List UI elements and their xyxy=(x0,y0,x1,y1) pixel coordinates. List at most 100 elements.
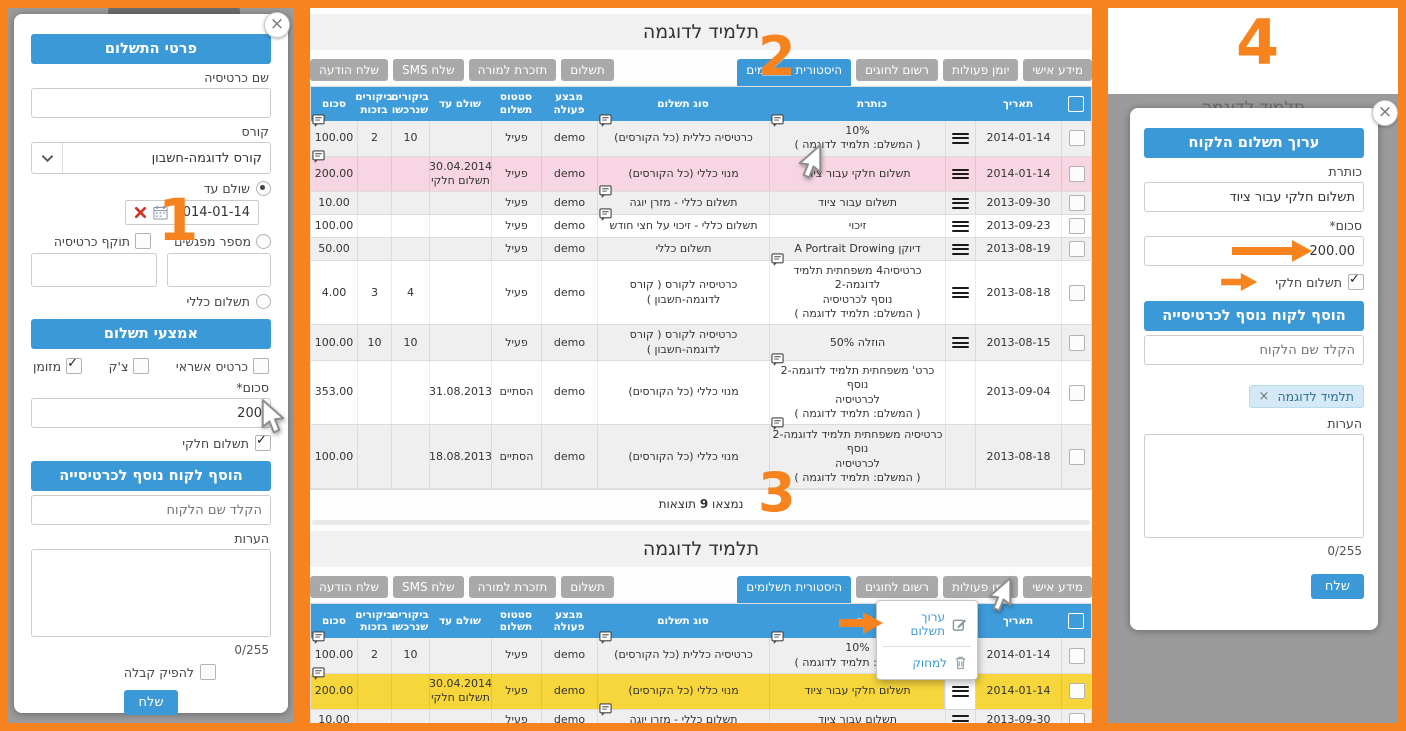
tab-1[interactable]: מידע אישי xyxy=(1023,59,1092,81)
card-validity-group[interactable]: תוקף כרטיסיה xyxy=(31,233,151,249)
row-menu-icon[interactable] xyxy=(945,215,975,237)
partial-payment-checkbox[interactable] xyxy=(1348,274,1364,290)
receipt-row[interactable]: להפיק קבלה xyxy=(31,664,216,680)
select-all-checkbox[interactable] xyxy=(1061,612,1091,630)
note-icon xyxy=(599,703,612,717)
row-menu-icon[interactable] xyxy=(945,325,975,360)
row-checkbox[interactable] xyxy=(1061,710,1091,731)
edit-payment-menu-item[interactable]: ערוך תשלום xyxy=(877,604,977,644)
cell-paid-until: 31.08.2013 xyxy=(429,361,491,424)
card-validity-input[interactable] xyxy=(31,253,157,287)
row-checkbox[interactable] xyxy=(1061,325,1091,360)
row-menu-icon[interactable] xyxy=(945,261,975,324)
paid-until-label: שולם עד xyxy=(204,181,250,196)
check-group[interactable]: צ'ק xyxy=(109,358,150,374)
row-menu-icon[interactable] xyxy=(945,192,975,214)
general-payment-radio[interactable] xyxy=(256,294,271,309)
action-button-2[interactable]: תזכרת למורה xyxy=(469,576,557,598)
customer-name-input[interactable] xyxy=(31,495,271,525)
clear-date-icon[interactable] xyxy=(134,206,147,219)
cell-date: 2014-01-14 xyxy=(975,674,1061,709)
tab-3[interactable]: רשום לחוגים xyxy=(856,59,938,81)
cell-visits-purchased xyxy=(391,425,429,488)
tab-1[interactable]: מידע אישי xyxy=(1023,576,1092,598)
send-button[interactable]: שלח xyxy=(124,690,177,715)
row-menu-empty xyxy=(945,425,975,488)
amount-input[interactable] xyxy=(31,398,271,428)
action-button-2[interactable]: תזכרת למורה xyxy=(469,59,557,81)
row-menu-icon[interactable] xyxy=(945,238,975,260)
row-checkbox[interactable] xyxy=(1061,192,1091,214)
tab-4[interactable]: היסטורית תשלומים xyxy=(737,576,851,606)
chip-remove-icon[interactable]: × xyxy=(1259,389,1270,404)
title-input[interactable] xyxy=(1144,182,1364,212)
meetings-count-input[interactable] xyxy=(167,253,271,287)
course-selected-value: קורס לדוגמה-חשבון xyxy=(63,151,270,166)
table-row[interactable]: 2013-08-19דיוקן A Portrait Drowingתשלום … xyxy=(311,238,1091,261)
tab-2[interactable]: יומן פעולות xyxy=(943,59,1018,81)
card-validity-checkbox[interactable] xyxy=(135,233,151,249)
row-checkbox[interactable] xyxy=(1061,238,1091,260)
cell-performed-by: demo xyxy=(541,238,597,260)
annotation-number-3: 3 xyxy=(758,466,796,520)
action-button-1[interactable]: תשלום xyxy=(561,59,613,81)
table-row[interactable]: 2013-08-18כרטיסיה משפחתית תלמיד לדוגמה-2… xyxy=(311,425,1091,489)
table-row[interactable]: 2013-09-23זיכויתשלום כללי - זיכוי על חצי… xyxy=(311,215,1091,238)
credit-card-checkbox[interactable] xyxy=(253,358,269,374)
cell-amount: 100.00 xyxy=(311,425,357,488)
table-row[interactable]: 2013-09-04כרט' משפחתית תלמיד לדוגמה-2 נו… xyxy=(311,361,1091,425)
cash-group[interactable]: מזומן xyxy=(33,358,82,374)
row-checkbox[interactable] xyxy=(1061,674,1091,709)
row-menu-icon[interactable] xyxy=(945,121,975,156)
course-select[interactable]: קורס לדוגמה-חשבון xyxy=(31,142,271,174)
action-button-3[interactable]: שלח SMS xyxy=(393,576,464,598)
select-all-checkbox[interactable] xyxy=(1061,95,1091,113)
partial-payment-row[interactable]: תשלום חלקי xyxy=(1144,273,1364,291)
close-icon[interactable]: × xyxy=(264,12,290,38)
action-button-4[interactable]: שלח הודעה xyxy=(310,59,388,81)
table-row[interactable]: 2014-01-1410% ( המשלם: תלמיד לדוגמה )כרט… xyxy=(311,121,1091,157)
row-checkbox[interactable] xyxy=(1061,261,1091,324)
customer-name-input[interactable] xyxy=(1144,335,1364,365)
paid-until-radio-row[interactable]: שולם עד xyxy=(31,181,271,196)
cash-checkbox[interactable] xyxy=(66,358,82,374)
partial-payment-row[interactable]: תשלום חלקי xyxy=(31,435,271,451)
row-checkbox[interactable] xyxy=(1061,121,1091,156)
paid-until-radio[interactable] xyxy=(256,181,271,196)
receipt-checkbox[interactable] xyxy=(200,664,216,680)
cell-payment-type: מנוי כללי (כל הקורסים) xyxy=(597,425,769,488)
general-payment-radio-row[interactable]: תשלום כללי xyxy=(31,294,271,309)
row-checkbox[interactable] xyxy=(1061,361,1091,424)
close-icon[interactable]: × xyxy=(1372,100,1398,126)
action-button-1[interactable]: תשלום xyxy=(561,576,613,598)
cell-paid-until xyxy=(429,261,491,324)
notes-textarea[interactable] xyxy=(1144,434,1364,538)
cell-status: פעיל xyxy=(491,261,541,324)
check-checkbox[interactable] xyxy=(133,358,149,374)
cell-visits-purchased xyxy=(391,192,429,214)
card-name-input[interactable] xyxy=(31,88,271,118)
row-menu-icon[interactable] xyxy=(945,157,975,192)
action-button-4[interactable]: שלח הודעה xyxy=(310,576,388,598)
row-checkbox[interactable] xyxy=(1061,638,1091,673)
credit-card-group[interactable]: כרטיס אשראי xyxy=(176,358,269,374)
table-row[interactable]: 2013-08-18כרטיסיה4 משפחתית תלמיד לדוגמה-… xyxy=(311,261,1091,325)
send-button[interactable]: שלח xyxy=(1311,574,1364,599)
table-row[interactable]: 2013-09-30תשלום עבור ציודתשלום כללי - מז… xyxy=(311,710,1091,731)
table-row[interactable]: 2014-01-14תשלום חלקי עבור ציודמנוי כללי … xyxy=(311,157,1091,193)
tab-3[interactable]: רשום לחוגים xyxy=(856,576,938,598)
table-row[interactable]: 2013-09-30תשלום עבור ציודתשלום כללי - מז… xyxy=(311,192,1091,215)
column-header: סכום xyxy=(311,614,357,629)
meetings-radio[interactable] xyxy=(256,234,271,249)
row-menu-icon[interactable] xyxy=(945,710,975,731)
row-checkbox[interactable] xyxy=(1061,425,1091,488)
table-row[interactable]: 2013-08-15הוזלה 50%כרטיסיה לקורס ( קורס … xyxy=(311,325,1091,361)
note-icon xyxy=(312,150,325,164)
delete-menu-item[interactable]: למחוק xyxy=(877,649,977,676)
row-checkbox[interactable] xyxy=(1061,215,1091,237)
row-checkbox[interactable] xyxy=(1061,157,1091,192)
notes-textarea[interactable] xyxy=(31,549,271,637)
action-button-3[interactable]: שלח SMS xyxy=(393,59,464,81)
cell-visits-credit: 2 xyxy=(357,638,391,673)
cell-payment-type: כרטיסיה לקורס ( קורס לדוגמה-חשבון ) xyxy=(597,261,769,324)
